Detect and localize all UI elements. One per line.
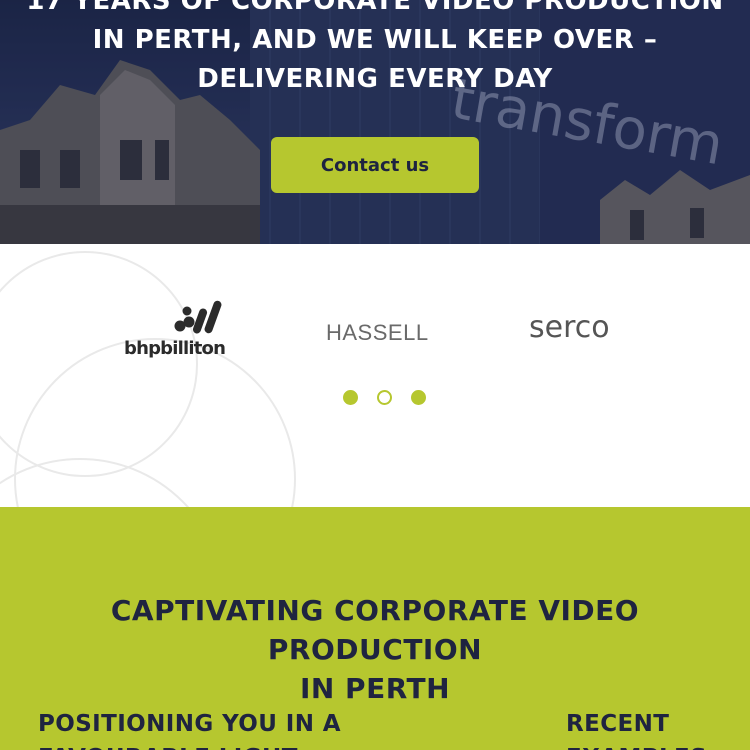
recent-examples-heading-line: EXAMPLES: [566, 741, 707, 750]
intro-title-line: CAPTIVATING CORPORATE VIDEO PRODUCTION: [110, 594, 640, 666]
bhp-mark-icon: [174, 300, 222, 334]
hero-headline-line: 17 YEARS OF CORPORATE VIDEO PRODUCTION: [26, 0, 724, 16]
contact-us-button[interactable]: Contact us: [271, 137, 479, 193]
recent-examples-heading: RECENT EXAMPLES: [566, 707, 707, 750]
carousel-dot[interactable]: [411, 390, 426, 405]
carousel-dot[interactable]: [377, 390, 392, 405]
decorative-circles: [0, 251, 296, 507]
recent-examples-heading-line: RECENT: [566, 711, 670, 737]
carousel-pagination: [343, 390, 426, 405]
intro-title: CAPTIVATING CORPORATE VIDEO PRODUCTION I…: [0, 591, 750, 708]
serco-logo: serco: [529, 310, 610, 345]
positioning-heading-line: FAVOURABLE LIGHT: [38, 741, 341, 750]
carousel-dot[interactable]: [343, 390, 358, 405]
intro-section: CAPTIVATING CORPORATE VIDEO PRODUCTION I…: [0, 507, 750, 750]
hero-headline-line: IN PERTH, AND WE WILL KEEP OVER –: [92, 25, 658, 55]
positioning-heading: POSITIONING YOU IN A FAVOURABLE LIGHT: [38, 707, 341, 750]
hassell-logo: HASSELL: [326, 320, 429, 345]
hero-banner: transform 17 YEARS OF CORPORATE VIDEO PR…: [0, 0, 750, 244]
hero-headline-line: DELIVERING EVERY DAY: [197, 64, 553, 94]
positioning-heading-line: POSITIONING YOU IN A: [38, 711, 341, 737]
hero-headline: 17 YEARS OF CORPORATE VIDEO PRODUCTION I…: [0, 0, 750, 99]
client-logos-carousel: bhpbilliton HASSELL serco: [0, 244, 750, 507]
intro-title-line: IN PERTH: [299, 672, 451, 705]
bhpbilliton-logo-text: bhpbilliton: [124, 338, 226, 359]
bhpbilliton-logo: bhpbilliton: [124, 300, 226, 362]
